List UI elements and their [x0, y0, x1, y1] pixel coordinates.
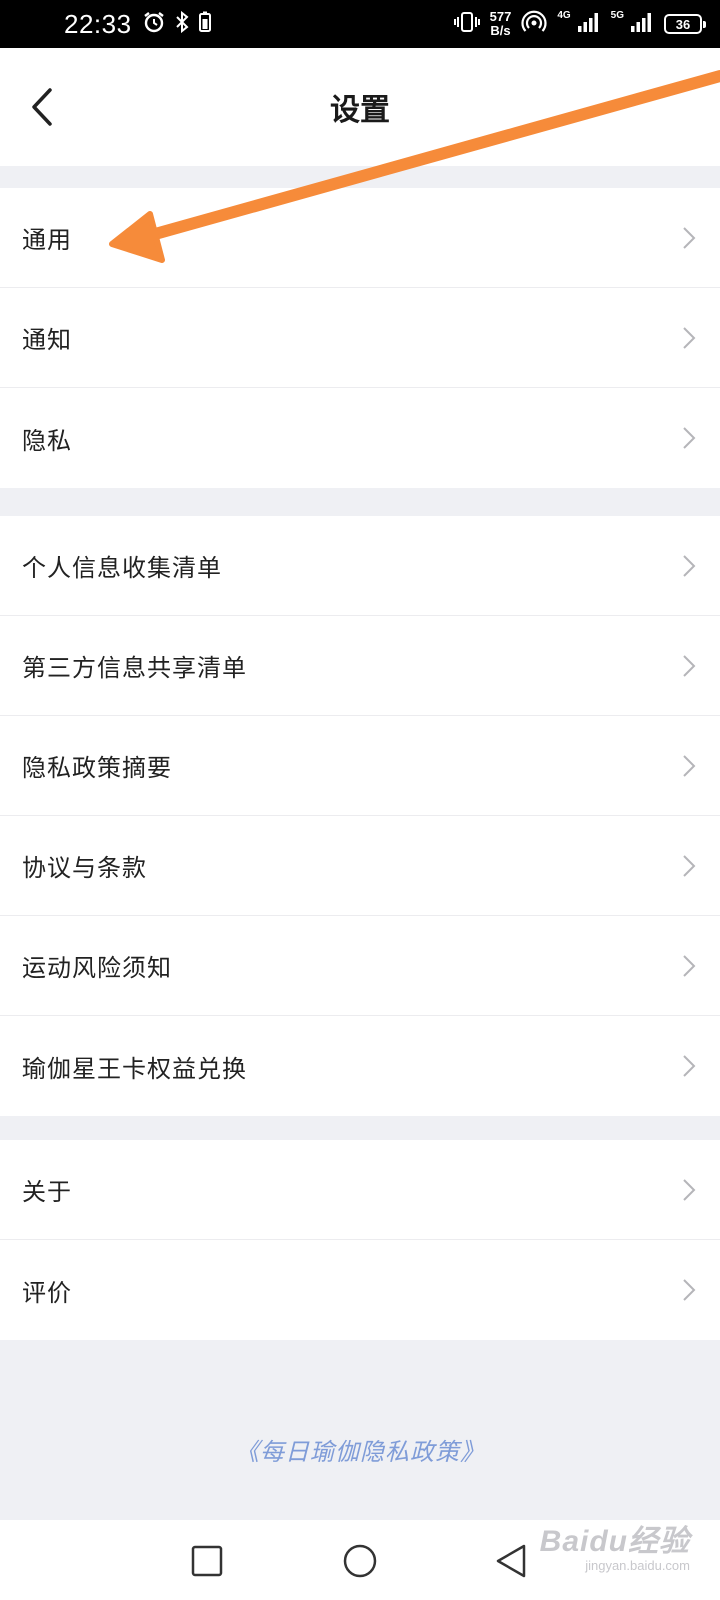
chevron-right-icon — [680, 1178, 698, 1202]
vibrate-icon — [453, 10, 480, 38]
settings-item-label: 运动风险须知 — [22, 954, 172, 982]
battery-level: 36 — [675, 16, 691, 32]
settings-item-personal-info-list[interactable]: 个人信息收集清单 — [0, 516, 720, 616]
settings-item-privacy-summary[interactable]: 隐私政策摘要 — [0, 716, 720, 816]
status-right-icons: 577 B/s 4G 5G 36 — [453, 9, 706, 38]
recent-apps-button[interactable] — [182, 1536, 232, 1586]
settings-item-about[interactable]: 关于 — [0, 1140, 720, 1240]
settings-group-3: 关于 评价 — [0, 1140, 720, 1340]
settings-item-label: 通知 — [22, 326, 72, 354]
settings-item-label: 第三方信息共享清单 — [22, 654, 247, 682]
hotspot-icon — [521, 10, 547, 38]
chevron-right-icon — [680, 226, 698, 250]
settings-item-exercise-risk[interactable]: 运动风险须知 — [0, 916, 720, 1016]
status-bar: 22:33 577 B/s 4G 5G 36 — [0, 0, 720, 48]
chevron-right-icon — [680, 754, 698, 778]
battery-icon: 36 — [664, 14, 706, 34]
settings-item-notifications[interactable]: 通知 — [0, 288, 720, 388]
settings-item-label: 通用 — [22, 226, 72, 254]
chevron-left-icon — [32, 88, 52, 126]
nav-bar — [0, 1520, 720, 1600]
net-speed-unit: B/s — [490, 23, 511, 38]
status-time: 22:33 — [64, 8, 132, 39]
settings-item-general[interactable]: 通用 — [0, 188, 720, 288]
page-title: 设置 — [330, 93, 390, 128]
battery-saver-icon — [198, 10, 212, 38]
nav-back-button[interactable] — [486, 1536, 536, 1586]
circle-icon — [343, 1544, 377, 1578]
square-icon — [191, 1545, 223, 1577]
settings-item-label: 隐私政策摘要 — [22, 754, 172, 782]
settings-item-label: 隐私 — [22, 426, 72, 455]
settings-item-label: 个人信息收集清单 — [22, 554, 222, 582]
signal-icon — [630, 10, 654, 38]
header: 设置 — [0, 48, 720, 166]
chevron-right-icon — [680, 654, 698, 678]
chevron-right-icon — [680, 1278, 698, 1302]
chevron-right-icon — [680, 554, 698, 578]
alarm-icon — [142, 10, 166, 38]
status-left-icons — [142, 10, 212, 38]
settings-item-label: 关于 — [22, 1178, 72, 1206]
signal2-label: 5G — [610, 9, 624, 21]
signal-icon — [577, 10, 601, 38]
settings-item-label: 协议与条款 — [22, 854, 147, 882]
home-button[interactable] — [335, 1536, 385, 1586]
bluetooth-icon — [174, 10, 190, 38]
chevron-right-icon — [680, 426, 698, 450]
net-speed: 577 B/s — [490, 10, 512, 38]
settings-item-privacy[interactable]: 隐私 — [0, 388, 720, 488]
settings-item-terms[interactable]: 协议与条款 — [0, 816, 720, 916]
settings-item-label: 评价 — [22, 1278, 72, 1307]
settings-group-1: 通用 通知 隐私 — [0, 188, 720, 488]
net-speed-value: 577 — [489, 9, 512, 24]
privacy-policy-link[interactable]: 《每日瑜伽隐私政策》 — [0, 1432, 720, 1467]
chevron-right-icon — [680, 326, 698, 350]
back-button[interactable] — [22, 82, 62, 132]
settings-item-label: 瑜伽星王卡权益兑换 — [22, 1054, 247, 1083]
chevron-right-icon — [680, 954, 698, 978]
settings-item-card-redeem[interactable]: 瑜伽星王卡权益兑换 — [0, 1016, 720, 1116]
settings-item-rate[interactable]: 评价 — [0, 1240, 720, 1340]
chevron-right-icon — [680, 1054, 698, 1078]
chevron-right-icon — [680, 854, 698, 878]
settings-group-2: 个人信息收集清单 第三方信息共享清单 隐私政策摘要 协议与条款 运动风险须知 瑜… — [0, 516, 720, 1116]
signal1-label: 4G — [557, 9, 571, 21]
triangle-back-icon — [496, 1544, 526, 1578]
settings-item-third-party-sharing[interactable]: 第三方信息共享清单 — [0, 616, 720, 716]
